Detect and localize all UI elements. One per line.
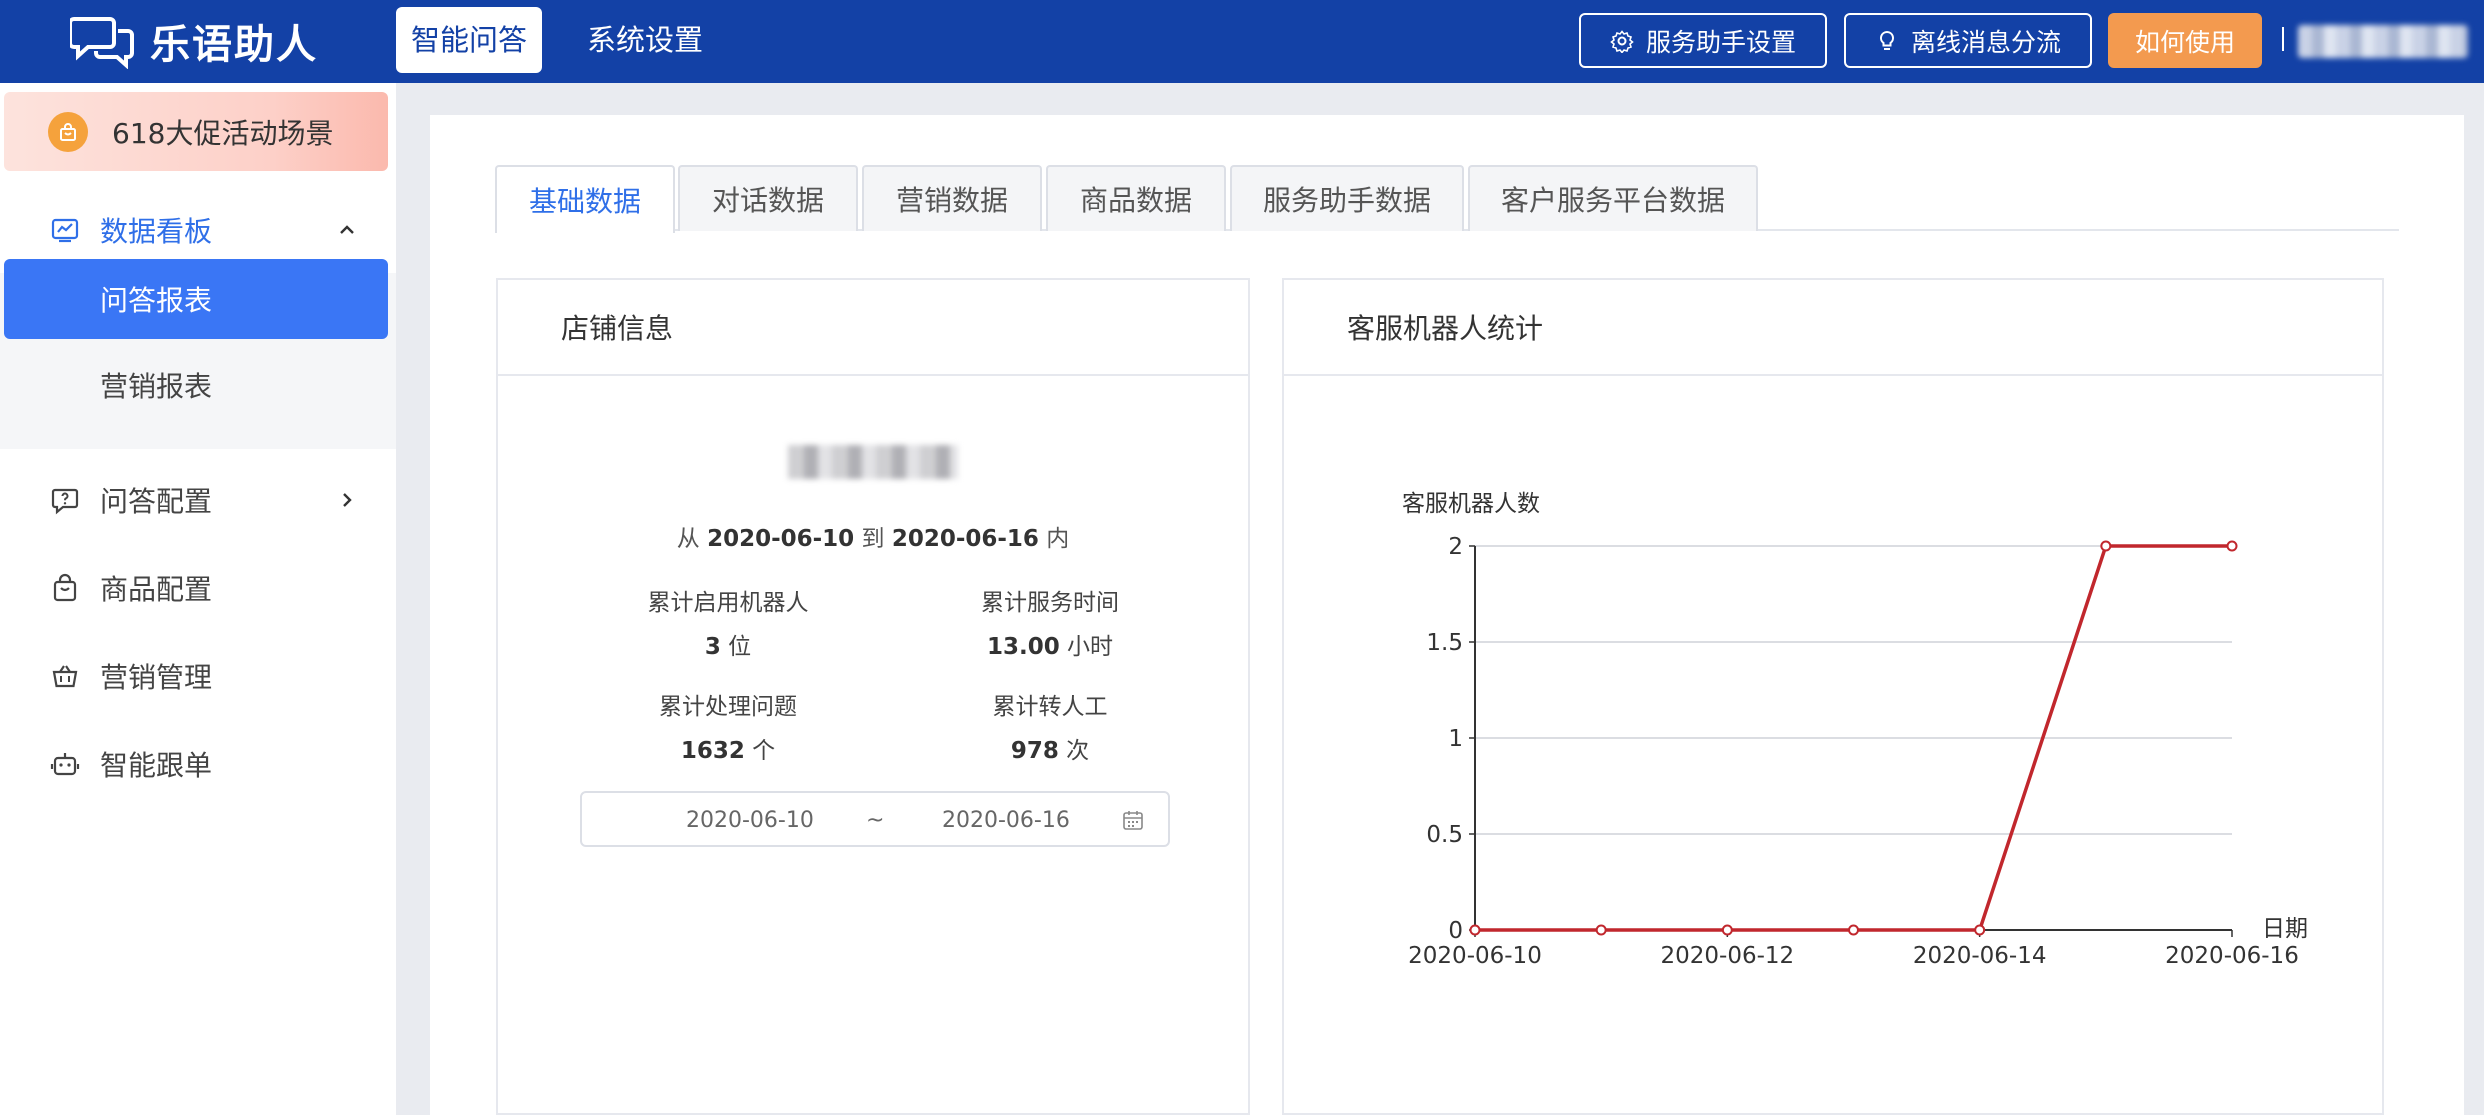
stat-transfers-to-human: 累计转人工 978 次 [920,687,1180,765]
assistant-settings-button[interactable]: 服务助手设置 [1579,13,1827,68]
app-logo[interactable]: 乐语助人 [70,12,318,70]
how-to-use-label: 如何使用 [2134,27,2235,57]
robot-stats-title: 客服机器人统计 [1284,280,2382,376]
chat-logo-icon [70,17,134,69]
y-axis-label: 客服机器人数 [1402,491,1540,517]
tab-marketing-data[interactable]: 营销数据 [862,165,1042,231]
y-tick-label: 0 [1448,918,1463,944]
stat-value: 1632 [680,738,745,764]
stat-label: 累计启用机器人 [647,590,809,616]
range-end: 2020-06-16 [891,526,1039,552]
shop-info-panel: 店铺信息 从 2020-06-10 到 2020-06-16 内 累计启用机器人… [496,278,1250,1115]
x-axis-label: 日期 [2262,916,2308,942]
chevron-up-icon [340,225,354,234]
app-name: 乐语助人 [150,22,318,68]
date-end-field[interactable]: 2020-06-16 [942,808,1070,833]
stat-service-time: 累计服务时间 13.00 小时 [920,583,1180,661]
gear-icon [1610,29,1634,53]
nav-tab-system-settings[interactable]: 系统设置 [572,7,718,73]
shopping-bag-icon [53,573,77,602]
robot-icon [50,753,80,776]
shop-name-blurred [788,445,958,479]
menu-qa-config-label: 问答配置 [100,485,213,518]
x-tick-label: 2020-06-16 [2165,943,2299,969]
data-point [1721,924,1733,936]
tab-assistant-data[interactable]: 服务助手数据 [1230,165,1464,231]
stat-questions-handled: 累计处理问题 1632 个 [598,687,858,765]
assistant-settings-label: 服务助手设置 [1645,27,1796,57]
menu-product-config-label: 商品配置 [100,573,213,606]
range-prefix: 从 [676,526,700,552]
scene-label: 618大促活动场景 [112,116,334,150]
tab-service-platform-data[interactable]: 客户服务平台数据 [1468,165,1758,231]
range-suffix: 内 [1046,526,1070,552]
submenu-qa-report[interactable]: 问答报表 [4,259,388,339]
stat-unit: 个 [752,738,776,764]
menu-qa-config[interactable]: 问答配置 [0,463,396,537]
robot-count-line-chart: 0 0.5 1 1.5 2 客服机器人数日期 2020-06-10 2020-06-12 202… [1402,491,2308,969]
x-tick-label: 2020-06-10 [1408,943,1542,969]
sidebar: 618大促活动场景 数据看板 问答报表 营销报表 问答配置 商品配置 营销管理 … [0,83,396,1115]
chevron-right-icon [343,493,352,507]
menu-data-dashboard[interactable]: 数据看板 [0,193,396,267]
stat-robots-enabled: 累计启用机器人 3 位 [598,583,858,661]
dashboard-chart-icon [51,218,79,243]
data-point [2226,540,2238,552]
how-to-use-button[interactable]: 如何使用 [2108,13,2262,68]
calendar-icon[interactable] [1122,809,1144,831]
date-separator: ~ [866,808,885,833]
nav-tab-smart-qa[interactable]: 智能问答 [396,7,543,73]
stat-value: 13.00 [986,634,1060,660]
tab-conversation-data[interactable]: 对话数据 [678,165,858,231]
data-point [1469,924,1481,936]
user-account-blurred[interactable] [2298,25,2468,58]
menu-marketing-management[interactable]: 营销管理 [0,639,396,713]
offline-routing-button[interactable]: 离线消息分流 [1844,13,2092,68]
menu-smart-followup-label: 智能跟单 [100,749,213,782]
y-tick-label: 2 [1448,534,1463,560]
basket-icon [52,665,78,688]
data-tabs: 基础数据 对话数据 营销数据 商品数据 服务助手数据 客户服务平台数据 [495,165,2399,233]
stat-label: 累计服务时间 [981,590,1119,616]
top-bar: 乐语助人 智能问答 系统设置 服务助手设置 离线消息分流 如何使用 [0,0,2484,83]
scene-selector[interactable]: 618大促活动场景 [4,92,388,171]
dashboard-submenu: 问答报表 营销报表 [0,259,396,449]
stat-value: 3 [704,634,721,660]
main-content: 基础数据 对话数据 营销数据 商品数据 服务助手数据 客户服务平台数据 店铺信息… [430,115,2464,1115]
data-point [2100,540,2112,552]
question-chat-icon [51,488,79,515]
offline-routing-label: 离线消息分流 [1910,27,2061,57]
robot-stats-panel: 客服机器人统计 0 0.5 1 1.5 2 客服机器人数日期 2020-06-10 2020-… [1282,278,2384,1115]
range-mid: 到 [861,526,885,552]
data-point [1595,924,1607,936]
header-divider [2282,27,2284,51]
stat-value: 978 [1010,738,1059,764]
shop-info-title: 店铺信息 [498,280,1248,376]
submenu-marketing-report[interactable]: 营销报表 [4,345,388,425]
range-start: 2020-06-10 [707,526,855,552]
menu-data-dashboard-label: 数据看板 [100,215,213,248]
tab-basic-data[interactable]: 基础数据 [495,165,675,233]
menu-smart-followup[interactable]: 智能跟单 [0,727,396,801]
date-start-field[interactable]: 2020-06-10 [686,808,814,833]
y-tick-label: 1.5 [1426,630,1463,656]
date-range-summary: 从 2020-06-10 到 2020-06-16 内 [498,519,1248,553]
y-tick-label: 0.5 [1426,822,1463,848]
date-range-picker[interactable]: 2020-06-10 ~ 2020-06-16 [580,791,1170,847]
x-tick-label: 2020-06-14 [1913,943,2047,969]
data-point [1848,924,1859,936]
tab-product-data[interactable]: 商品数据 [1046,165,1226,231]
x-tick-label: 2020-06-12 [1660,943,1794,969]
lightbulb-icon [1879,30,1895,50]
stat-unit: 次 [1066,738,1090,764]
y-tick-label: 1 [1448,726,1463,752]
stat-unit: 小时 [1067,634,1114,660]
data-point [1974,924,1986,936]
gift-bag-icon [48,111,88,152]
menu-marketing-management-label: 营销管理 [100,661,213,694]
stat-label: 累计转人工 [992,694,1108,720]
stat-unit: 位 [728,634,752,660]
stat-label: 累计处理问题 [659,694,797,720]
menu-product-config[interactable]: 商品配置 [0,551,396,625]
